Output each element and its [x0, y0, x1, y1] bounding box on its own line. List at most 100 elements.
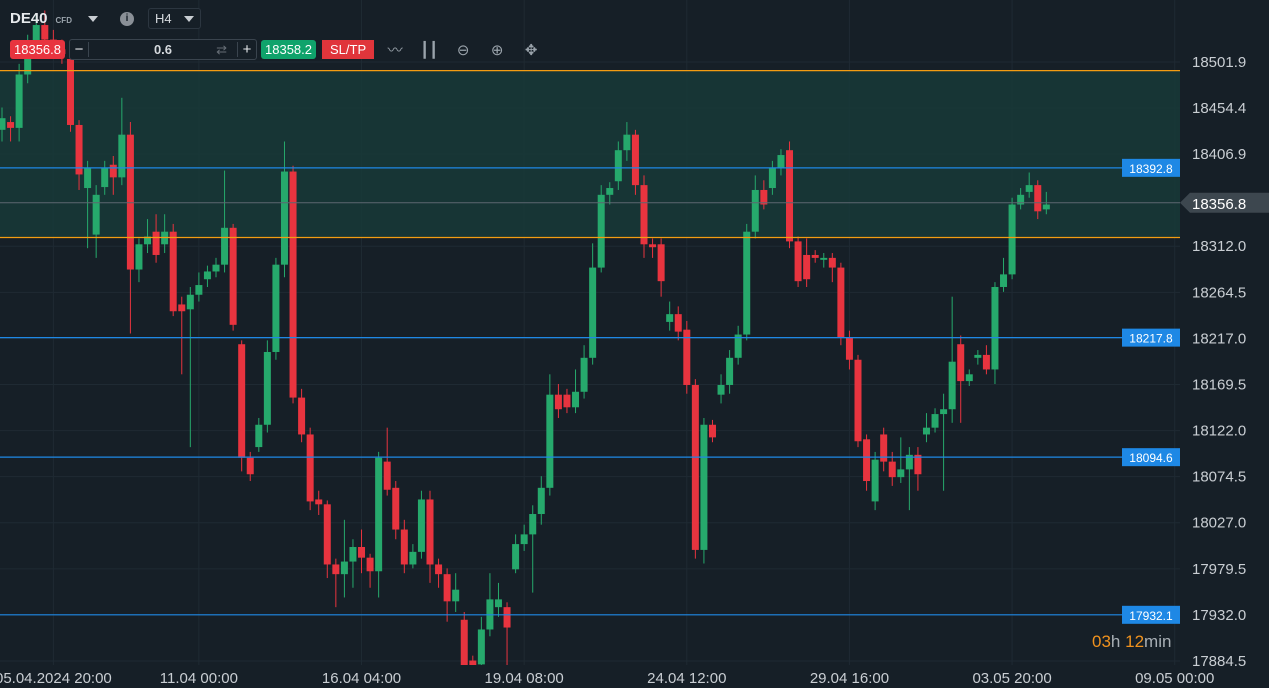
- quantity-value: 0.6: [153, 42, 173, 57]
- candle-down: [794, 241, 802, 282]
- candle-up: [965, 374, 973, 382]
- candle-up: [417, 499, 425, 552]
- current-price-label: 18356.8: [1192, 196, 1246, 213]
- candle-down: [109, 164, 117, 178]
- candle-up: [135, 244, 143, 270]
- quantity-input[interactable]: 0.6 ⇄: [88, 42, 238, 57]
- sltp-button[interactable]: SL/TP: [322, 40, 375, 59]
- instrument-type: CFD: [55, 16, 72, 25]
- symbol-name[interactable]: DE40: [10, 10, 48, 27]
- candle-down: [75, 124, 83, 175]
- sell-button[interactable]: 18356.8: [10, 40, 65, 59]
- candle-up: [477, 629, 485, 665]
- zoom-in-icon[interactable]: ⊕: [484, 41, 510, 59]
- candle-down: [383, 461, 391, 490]
- line-chart-icon[interactable]: 〰: [382, 39, 408, 60]
- buy-button[interactable]: 18358.2: [261, 40, 316, 59]
- candle-up: [1025, 185, 1033, 192]
- candle-down: [246, 457, 254, 475]
- candle-down: [126, 134, 134, 270]
- candle-up: [974, 354, 982, 358]
- candle-down: [289, 171, 297, 398]
- timeframe-select[interactable]: H4: [147, 8, 201, 29]
- highlight-zone: [0, 70, 1180, 238]
- candle-up: [1000, 274, 1008, 287]
- candle-up: [606, 188, 614, 195]
- zoom-out-icon[interactable]: ⊖: [450, 41, 476, 59]
- candle-up: [751, 189, 759, 232]
- candle-down: [674, 314, 682, 332]
- candle-down: [554, 394, 562, 410]
- price-level-label: 18094.6: [1129, 451, 1173, 465]
- quantity-stepper[interactable]: − 0.6 ⇄ +: [69, 39, 257, 60]
- candle-up: [0, 118, 6, 130]
- move-icon[interactable]: ✥: [518, 41, 544, 59]
- chevron-down-icon: [183, 15, 194, 22]
- candle-up: [768, 167, 776, 189]
- y-tick-label: 17932.0: [1192, 607, 1246, 624]
- symbol-dropdown-icon[interactable]: [87, 15, 98, 22]
- candle-down: [169, 231, 177, 312]
- candle-countdown: 03h 12min: [1092, 632, 1171, 652]
- candle-down: [854, 359, 862, 442]
- info-icon[interactable]: i: [119, 11, 134, 26]
- candle-down: [845, 337, 853, 360]
- candle-down: [66, 58, 74, 125]
- candle-down: [863, 439, 871, 482]
- candle-up: [118, 134, 126, 178]
- candle-down: [323, 504, 331, 565]
- y-tick-label: 18122.0: [1192, 423, 1246, 440]
- candle-up: [529, 514, 537, 535]
- candle-up: [546, 394, 554, 488]
- candle-up: [92, 194, 100, 235]
- x-tick-label: 05.04.2024 20:00: [0, 670, 112, 687]
- trade-toolbar: 18356.8 − 0.6 ⇄ + 18358.2 SL/TP 〰 ┃┃ ⊖ ⊕ …: [10, 39, 544, 60]
- y-tick-label: 18074.5: [1192, 469, 1246, 486]
- candle-up: [700, 424, 708, 550]
- y-tick-label: 18312.0: [1192, 238, 1246, 255]
- candle-down: [982, 354, 990, 370]
- candle-down: [366, 557, 374, 572]
- y-tick-label: 18264.5: [1192, 284, 1246, 301]
- candle-down: [503, 607, 511, 628]
- candle-up: [948, 361, 956, 410]
- candle-up: [409, 551, 417, 565]
- candle-down: [426, 499, 434, 565]
- candle-up: [922, 427, 930, 435]
- candle-up: [623, 134, 631, 151]
- candle-down: [400, 529, 408, 565]
- candle-up: [340, 561, 348, 575]
- candle-up: [15, 74, 23, 128]
- candle-down: [7, 122, 15, 128]
- candle-up: [255, 424, 263, 448]
- candle-up: [589, 267, 597, 358]
- candle-up: [597, 194, 605, 268]
- candle-up: [84, 167, 92, 189]
- candle-up: [520, 534, 528, 545]
- candle-up: [717, 384, 725, 395]
- swap-icon[interactable]: ⇄: [216, 42, 227, 58]
- candle-up: [726, 357, 734, 385]
- y-tick-label: 18454.4: [1192, 100, 1246, 117]
- timer-minutes: 12: [1125, 632, 1145, 651]
- candle-down: [152, 231, 160, 255]
- candle-up: [666, 314, 674, 322]
- candle-up: [1042, 204, 1050, 210]
- candle-up: [871, 459, 879, 502]
- price-chart[interactable]: 18392.8 18217.8 18094.6 17932.1 18501.9 18454…: [0, 0, 1269, 688]
- candle-up: [940, 409, 948, 415]
- candle-up: [375, 457, 383, 572]
- candle-down: [657, 244, 665, 282]
- increase-button[interactable]: +: [238, 41, 256, 58]
- decrease-button[interactable]: −: [70, 41, 88, 58]
- timer-hours: 03: [1092, 632, 1111, 651]
- candle-down: [178, 304, 186, 312]
- x-tick-label: 11.04 00:00: [160, 670, 238, 687]
- y-tick-label: 18169.5: [1192, 376, 1246, 393]
- candle-up: [743, 231, 751, 335]
- candlestick-icon[interactable]: ┃┃: [416, 41, 442, 59]
- candle-up: [349, 547, 357, 562]
- candle-down: [1034, 185, 1042, 212]
- candle-up: [777, 155, 785, 168]
- candle-up: [494, 599, 502, 608]
